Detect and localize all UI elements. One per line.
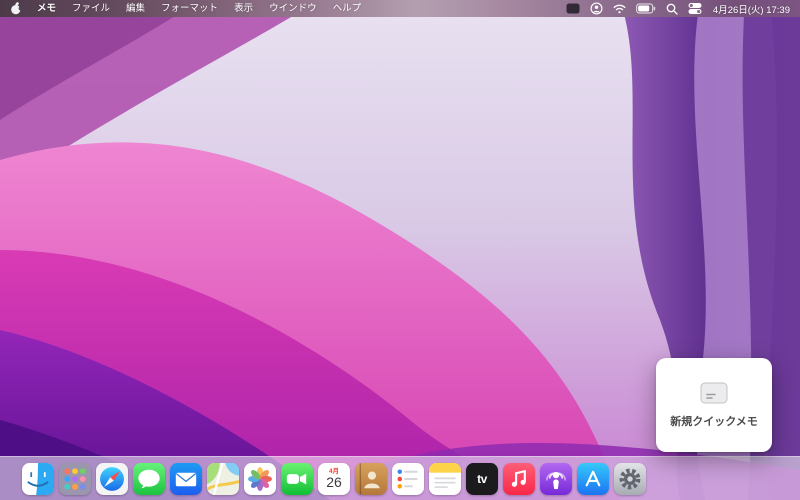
menu-item-help[interactable]: ヘルプ — [325, 0, 370, 17]
menu-item-edit[interactable]: 編集 — [118, 0, 153, 17]
tv-logo-label: tv — [477, 471, 487, 486]
dock-calendar-icon[interactable]: 4月 26 — [318, 462, 350, 495]
dock-facetime-icon[interactable] — [281, 462, 313, 495]
dock-safari-icon[interactable] — [96, 462, 128, 495]
dock-tv-icon[interactable]: tv — [466, 462, 498, 495]
menu-bar-left: メモ ファイル 編集 フォーマット 表示 ウインドウ ヘルプ — [0, 0, 369, 17]
dock-launchpad-icon[interactable] — [59, 462, 91, 495]
dock-system-preferences-icon[interactable] — [614, 462, 646, 495]
user-icon[interactable] — [585, 0, 608, 17]
wifi-icon[interactable] — [608, 0, 631, 17]
dock-photos-icon[interactable] — [244, 462, 276, 495]
dock-messages-icon[interactable] — [133, 462, 165, 495]
menu-item-view[interactable]: 表示 — [226, 0, 261, 17]
dock-notes-icon[interactable] — [429, 462, 461, 495]
apple-logo-icon — [11, 2, 22, 15]
screen: メモ ファイル 編集 フォーマット 表示 ウインドウ ヘルプ 4月26日(火) … — [0, 0, 800, 500]
menu-app-name[interactable]: メモ — [29, 0, 64, 17]
quick-note-icon — [700, 382, 728, 403]
calendar-day-label: 26 — [326, 474, 342, 491]
dock-finder-icon[interactable] — [22, 462, 54, 495]
control-center-icon[interactable] — [683, 0, 707, 17]
dock-music-icon[interactable] — [503, 462, 535, 495]
keyboard-icon[interactable] — [561, 0, 585, 17]
menu-datetime[interactable]: 4月26日(火) 17:39 — [707, 2, 800, 16]
menu-item-format[interactable]: フォーマット — [153, 0, 226, 17]
dock-mail-icon[interactable] — [170, 462, 202, 495]
dock-app-store-icon[interactable] — [577, 462, 609, 495]
apple-menu[interactable] — [0, 0, 29, 17]
menu-bar: メモ ファイル 編集 フォーマット 表示 ウインドウ ヘルプ 4月26日(火) … — [0, 0, 800, 17]
dock-maps-icon[interactable] — [207, 462, 239, 495]
battery-icon[interactable] — [631, 0, 661, 17]
quick-note-panel[interactable]: 新規クイックメモ — [656, 358, 772, 452]
menu-bar-status: 4月26日(火) 17:39 — [561, 0, 800, 17]
dock-reminders-icon[interactable] — [392, 462, 424, 495]
spotlight-icon[interactable] — [661, 0, 683, 17]
dock: 4月 26 tv — [0, 456, 800, 500]
dock-podcasts-icon[interactable] — [540, 462, 572, 495]
menu-item-window[interactable]: ウインドウ — [261, 0, 325, 17]
menu-item-file[interactable]: ファイル — [64, 0, 118, 17]
dock-contacts-icon[interactable] — [355, 462, 387, 495]
quick-note-label: 新規クイックメモ — [670, 415, 758, 428]
